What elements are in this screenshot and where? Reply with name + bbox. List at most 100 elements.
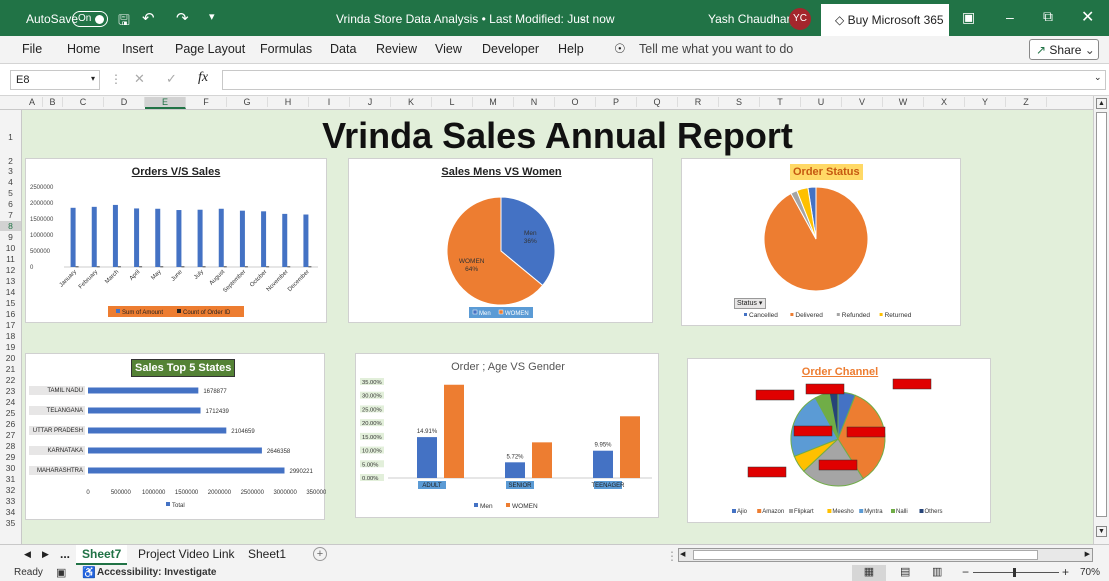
column-header-S[interactable]: S — [719, 97, 760, 107]
row-header-34[interactable]: 34 — [0, 507, 21, 517]
row-header-32[interactable]: 32 — [0, 485, 21, 495]
formula-input[interactable] — [222, 70, 1106, 90]
column-header-Q[interactable]: Q — [637, 97, 678, 107]
row-header-3[interactable]: 3 — [0, 166, 21, 176]
row-header-28[interactable]: 28 — [0, 441, 21, 451]
undo-icon[interactable]: ↶ — [142, 9, 155, 27]
column-header-R[interactable]: R — [678, 97, 719, 107]
row-header-17[interactable]: 17 — [0, 320, 21, 330]
page-layout-view-icon[interactable]: ▤ — [900, 565, 910, 578]
zoom-out-icon[interactable]: − — [962, 565, 969, 579]
zoom-slider-thumb[interactable] — [1013, 568, 1016, 577]
row-header-30[interactable]: 30 — [0, 463, 21, 473]
expand-formula-icon[interactable]: ⌄ — [1094, 72, 1102, 83]
avatar[interactable]: YC — [789, 8, 811, 30]
column-header-P[interactable]: P — [596, 97, 637, 107]
column-header-U[interactable]: U — [801, 97, 842, 107]
row-header-29[interactable]: 29 — [0, 452, 21, 462]
tab-view[interactable]: View — [435, 42, 462, 56]
row-header-35[interactable]: 35 — [0, 518, 21, 528]
scroll-left-icon[interactable]: ◀ — [680, 550, 685, 558]
document-title[interactable]: Vrinda Store Data Analysis • Last Modifi… — [336, 12, 615, 26]
row-header-5[interactable]: 5 — [0, 188, 21, 198]
row-header-21[interactable]: 21 — [0, 364, 21, 374]
redo-icon[interactable]: ↷ — [176, 9, 189, 27]
column-header-C[interactable]: C — [63, 97, 104, 107]
minimize-icon[interactable]: – — [1006, 9, 1014, 25]
accessibility-status[interactable]: Accessibility: Investigate — [97, 567, 217, 578]
scroll-thumb[interactable] — [693, 550, 1038, 560]
column-header-G[interactable]: G — [227, 97, 268, 107]
scroll-down-icon[interactable]: ▼ — [1096, 526, 1107, 537]
row-header-16[interactable]: 16 — [0, 309, 21, 319]
tab-developer[interactable]: Developer — [482, 42, 539, 56]
row-header-8[interactable]: 8 — [0, 221, 21, 231]
tab-sheet1[interactable]: Sheet1 — [248, 547, 286, 561]
tab-home[interactable]: Home — [67, 42, 100, 56]
restore-icon[interactable]: ⧉ — [1043, 8, 1053, 25]
column-header-D[interactable]: D — [104, 97, 145, 107]
horizontal-scrollbar[interactable]: ◀ ▶ — [678, 548, 1093, 562]
row-header-33[interactable]: 33 — [0, 496, 21, 506]
tab-data[interactable]: Data — [330, 42, 356, 56]
tell-me-search[interactable]: Tell me what you want to do — [639, 42, 793, 56]
column-header-K[interactable]: K — [391, 97, 432, 107]
sales-top-5-states-chart[interactable]: Sales Top 5 States 0 500000 1000000 1500000… — [25, 353, 326, 520]
name-box[interactable]: E8 ▾ — [10, 70, 100, 90]
row-header-13[interactable]: 13 — [0, 276, 21, 286]
row-header-14[interactable]: 14 — [0, 287, 21, 297]
column-header-B[interactable]: B — [43, 97, 63, 107]
share-button[interactable]: ↗ Share ⌄ — [1029, 39, 1099, 60]
autosave-toggle[interactable]: On — [72, 11, 108, 27]
row-header-25[interactable]: 25 — [0, 408, 21, 418]
column-header-X[interactable]: X — [924, 97, 965, 107]
prev-sheet-icon[interactable]: ◀ — [24, 549, 31, 560]
order-status-chart[interactable]: Order Status Cancelled Delivered Refunded R… — [681, 158, 961, 326]
zoom-slider[interactable] — [973, 572, 1059, 573]
row-header-31[interactable]: 31 — [0, 474, 21, 484]
column-header-W[interactable]: W — [883, 97, 924, 107]
tab-page-layout[interactable]: Page Layout — [175, 42, 245, 56]
tab-review[interactable]: Review — [376, 42, 417, 56]
column-header-Z[interactable]: Z — [1006, 97, 1047, 107]
cancel-icon[interactable]: ✕ — [134, 71, 145, 87]
more-sheets-button[interactable]: ... — [60, 547, 70, 561]
close-icon[interactable]: ✕ — [1081, 7, 1094, 27]
worksheet-grid[interactable]: ABCDEFGHIJKLMNOPQRSTUVWXYZ 1 2 3 4 5 6 7 8 9 10 11… — [0, 96, 1109, 544]
row-header-15[interactable]: 15 — [0, 298, 21, 308]
column-header-L[interactable]: L — [432, 97, 473, 107]
scroll-up-icon[interactable]: ▲ — [1096, 98, 1107, 109]
scroll-right-icon[interactable]: ▶ — [1085, 550, 1090, 558]
tab-formulas[interactable]: Formulas — [260, 42, 312, 56]
column-header-V[interactable]: V — [842, 97, 883, 107]
row-header-19[interactable]: 19 — [0, 342, 21, 352]
enter-icon[interactable]: ✓ — [166, 71, 177, 87]
accessibility-icon[interactable]: ♿ — [82, 566, 96, 579]
tab-insert[interactable]: Insert — [122, 42, 153, 56]
tab-project-video-link[interactable]: Project Video Link — [138, 547, 235, 561]
column-header-F[interactable]: F — [186, 97, 227, 107]
row-header-18[interactable]: 18 — [0, 331, 21, 341]
orders-vs-sales-chart[interactable]: Orders V/S Sales 0 500000 1000000 1500000 20… — [25, 158, 327, 323]
tab-file[interactable]: File — [22, 42, 42, 56]
row-header-2[interactable]: 2 — [0, 156, 21, 166]
row-header-11[interactable]: 11 — [0, 254, 21, 264]
row-header-1[interactable]: 1 — [0, 132, 21, 142]
column-header-I[interactable]: I — [309, 97, 350, 107]
zoom-level[interactable]: 70% — [1080, 567, 1100, 578]
buy-microsoft-365-button[interactable]: ◇ Buy Microsoft 365 — [821, 4, 949, 36]
tab-help[interactable]: Help — [558, 42, 584, 56]
column-header-Y[interactable]: Y — [965, 97, 1006, 107]
add-sheet-icon[interactable]: + — [313, 547, 327, 561]
status-filter-button[interactable]: Status ▾ — [734, 298, 766, 309]
row-header-22[interactable]: 22 — [0, 375, 21, 385]
row-header-12[interactable]: 12 — [0, 265, 21, 275]
row-header-6[interactable]: 6 — [0, 199, 21, 209]
tab-sheet7[interactable]: Sheet7 — [76, 545, 128, 565]
row-header-27[interactable]: 27 — [0, 430, 21, 440]
row-header-20[interactable]: 20 — [0, 353, 21, 363]
column-header-T[interactable]: T — [760, 97, 801, 107]
save-icon[interactable]: 🖫 — [118, 10, 130, 34]
column-header-N[interactable]: N — [514, 97, 555, 107]
sales-men-vs-women-chart[interactable]: Sales Mens VS Women Men 36% WOMEN 64% Men WOM… — [348, 158, 653, 323]
